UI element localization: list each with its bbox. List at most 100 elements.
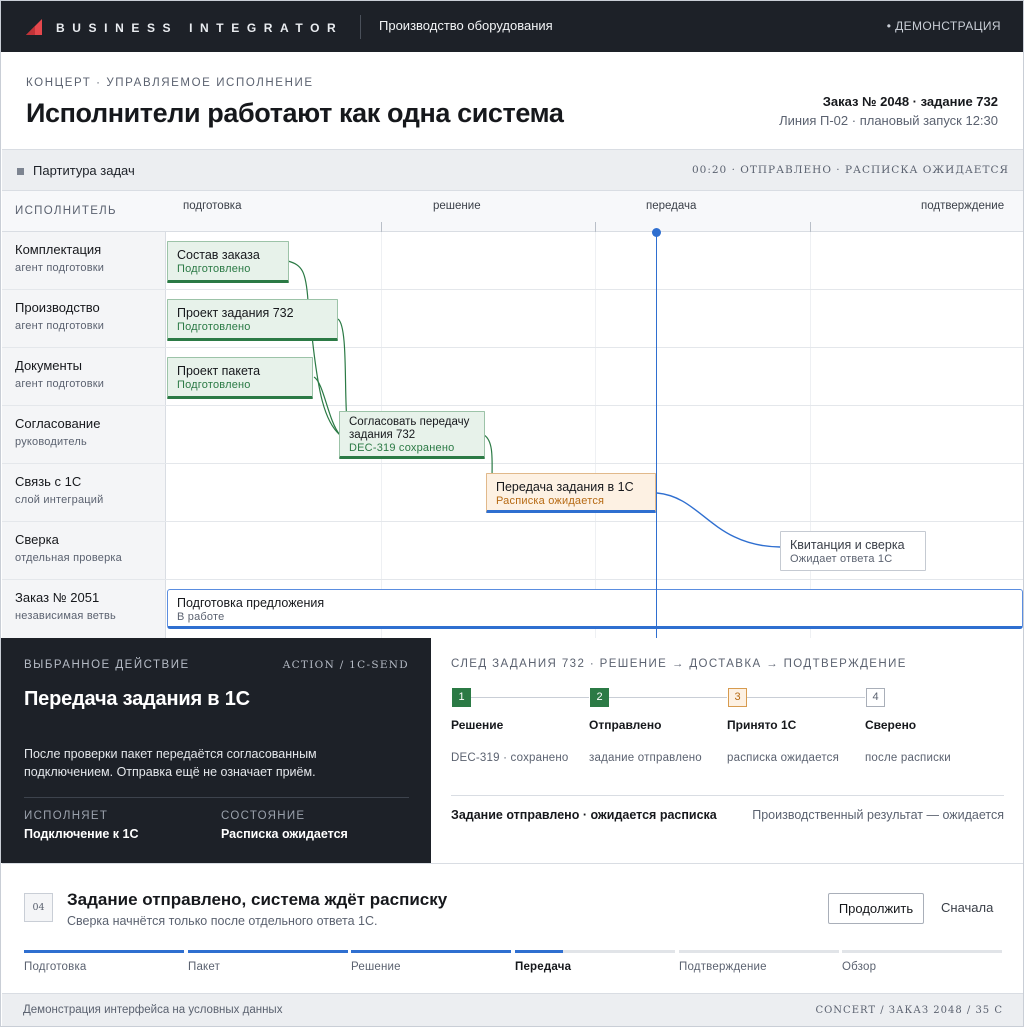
task-card-selected[interactable]: Передача задания в 1С Расписка ожидается	[486, 473, 656, 513]
actor-name: Согласование	[15, 416, 101, 431]
trace-connector	[471, 697, 589, 698]
actor-role: руководитель	[15, 436, 87, 448]
task-card[interactable]: Проект пакета Подготовлено	[167, 357, 313, 399]
task-score-grid: ИСПОЛНИТЕЛЬ подготовка решение передача …	[2, 191, 1023, 638]
task-status: DEC-319 сохранено	[349, 442, 455, 454]
phase-tick	[381, 222, 382, 232]
grid-line	[810, 232, 811, 638]
divider	[451, 795, 1004, 796]
walkthrough-step-bar: 04 Задание отправлено, система ждёт расп…	[2, 863, 1023, 993]
task-status: Подготовлено	[177, 321, 251, 333]
trace-step-number: 2	[590, 688, 609, 707]
score-status: 00:20 · ОТПРАВЛЕНО · РАСПИСКА ОЖИДАЕТСЯ	[691, 164, 1009, 176]
trace-step-name: Отправлено	[589, 718, 662, 732]
task-card-branch[interactable]: Подготовка предложения В работе	[167, 589, 1023, 629]
executor-value: Подключение к 1С	[24, 827, 139, 841]
trace-step-name: Решение	[451, 718, 504, 732]
line-info: Линия П-02 · плановый запуск 12:30	[779, 113, 998, 128]
task-trace-panel: СЛЕД ЗАДАНИЯ 732 · РЕШЕНИЕ → ДОСТАВКА → …	[431, 638, 1023, 863]
stage-label[interactable]: Решение	[351, 961, 401, 973]
actor-role: слой интеграций	[15, 494, 104, 506]
trace-step-number: 4	[866, 688, 885, 707]
trace-step-number: 1	[452, 688, 471, 707]
executor-label: ИСПОЛНЯЕТ	[24, 810, 109, 822]
stage-label[interactable]: Пакет	[188, 961, 220, 973]
page-title: Исполнители работают как одна система	[26, 98, 564, 128]
task-title: Согласовать передачу задания 732	[349, 416, 470, 441]
actor-name: Связь с 1С	[15, 474, 82, 489]
stage-progress-fill	[515, 950, 563, 953]
footer-note: Демонстрация интерфейса на условных данн…	[23, 1004, 283, 1016]
state-value: Расписка ожидается	[221, 827, 348, 841]
task-title: Проект задания 732	[177, 306, 294, 320]
task-title: Квитанция и сверка	[790, 538, 905, 552]
task-title: Состав заказа	[177, 248, 260, 262]
divider	[360, 15, 361, 39]
stage-progress-fill	[188, 950, 348, 953]
row-divider	[2, 289, 1023, 290]
actor-role: агент подготовки	[15, 262, 105, 274]
continue-button[interactable]: Продолжить	[828, 893, 924, 924]
actor-row: Комплектация агент подготовки	[15, 242, 104, 274]
task-status: Подготовлено	[177, 379, 251, 391]
trace-step-note: после расписки	[865, 752, 951, 764]
trace-step-number: 3	[728, 688, 747, 707]
divider	[24, 797, 409, 798]
order-info: Заказ № 2048 · задание 732	[822, 94, 998, 109]
actor-role: независимая ветвь	[15, 610, 116, 622]
page-footer: Демонстрация интерфейса на условных данн…	[2, 993, 1023, 1026]
trace-step-note: задание отправлено	[589, 752, 702, 764]
stage-progress	[24, 950, 184, 953]
task-title: Передача задания в 1С	[496, 480, 634, 494]
top-bar: BUSINESS INTEGRATOR Производство оборудо…	[1, 1, 1023, 52]
now-marker-line	[656, 233, 657, 638]
step-number-badge: 04	[24, 893, 53, 922]
page-eyebrow: КОНЦЕРТ · УПРАВЛЯЕМОЕ ИСПОЛНЕНИЕ	[26, 77, 314, 89]
actor-name: Документы	[15, 358, 83, 373]
action-title: Передача задания в 1С	[24, 688, 250, 710]
actor-name: Заказ № 2051	[15, 590, 100, 605]
trace-connector	[747, 697, 865, 698]
task-card[interactable]: Проект задания 732 Подготовлено	[167, 299, 338, 341]
row-divider	[2, 405, 1023, 406]
actor-role: агент подготовки	[15, 320, 105, 332]
phase-header: ИСПОЛНИТЕЛЬ подготовка решение передача …	[2, 191, 1023, 232]
grid-line	[595, 232, 596, 638]
stage-progress-fill	[24, 950, 184, 953]
action-code: ACTION / 1C-SEND	[282, 659, 409, 671]
task-status: В работе	[177, 611, 225, 623]
brand-logo-icon	[26, 19, 42, 35]
phase-label: передача	[646, 200, 697, 212]
stage-progress	[188, 950, 348, 953]
stage-label-current[interactable]: Передача	[515, 961, 571, 973]
stage-label[interactable]: Обзор	[842, 961, 876, 973]
stage-progress	[515, 950, 675, 953]
demo-badge: • ДЕМОНСТРАЦИЯ	[886, 19, 1001, 33]
task-title: Подготовка предложения	[177, 596, 325, 610]
selected-action-panel: ВЫБРАННОЕ ДЕЙСТВИЕ ACTION / 1C-SEND Пере…	[1, 638, 431, 863]
row-divider	[2, 521, 1023, 522]
actor-role: отдельная проверка	[15, 552, 122, 564]
phase-label: подтверждение	[921, 200, 1005, 212]
phase-tick	[810, 222, 811, 232]
actor-row: Производство агент подготовки	[15, 300, 104, 332]
now-marker-dot	[652, 228, 661, 237]
trace-connector	[609, 697, 727, 698]
task-card[interactable]: Согласовать передачу задания 732 DEC-319…	[339, 411, 485, 459]
trace-result: Производственный результат — ожидается	[752, 808, 1004, 822]
row-divider	[2, 463, 1023, 464]
task-card[interactable]: Состав заказа Подготовлено	[167, 241, 289, 283]
task-status: Подготовлено	[177, 263, 251, 275]
trace-title: СЛЕД ЗАДАНИЯ 732 · РЕШЕНИЕ → ДОСТАВКА → …	[451, 658, 907, 670]
stage-label[interactable]: Подтверждение	[679, 961, 767, 973]
stage-progress-fill	[351, 950, 511, 953]
stage-label[interactable]: Подготовка	[24, 961, 87, 973]
actor-row: Документы агент подготовки	[15, 358, 104, 390]
state-label: СОСТОЯНИЕ	[221, 810, 306, 822]
actor-row: Заказ № 2051 независимая ветвь	[15, 590, 116, 622]
row-divider	[2, 579, 1023, 580]
actor-row: Связь с 1С слой интеграций	[15, 474, 103, 506]
action-description: После проверки пакет передаётся согласов…	[24, 747, 317, 779]
task-card[interactable]: Квитанция и сверка Ожидает ответа 1С	[780, 531, 926, 571]
restart-button[interactable]: Сначала	[941, 900, 993, 915]
